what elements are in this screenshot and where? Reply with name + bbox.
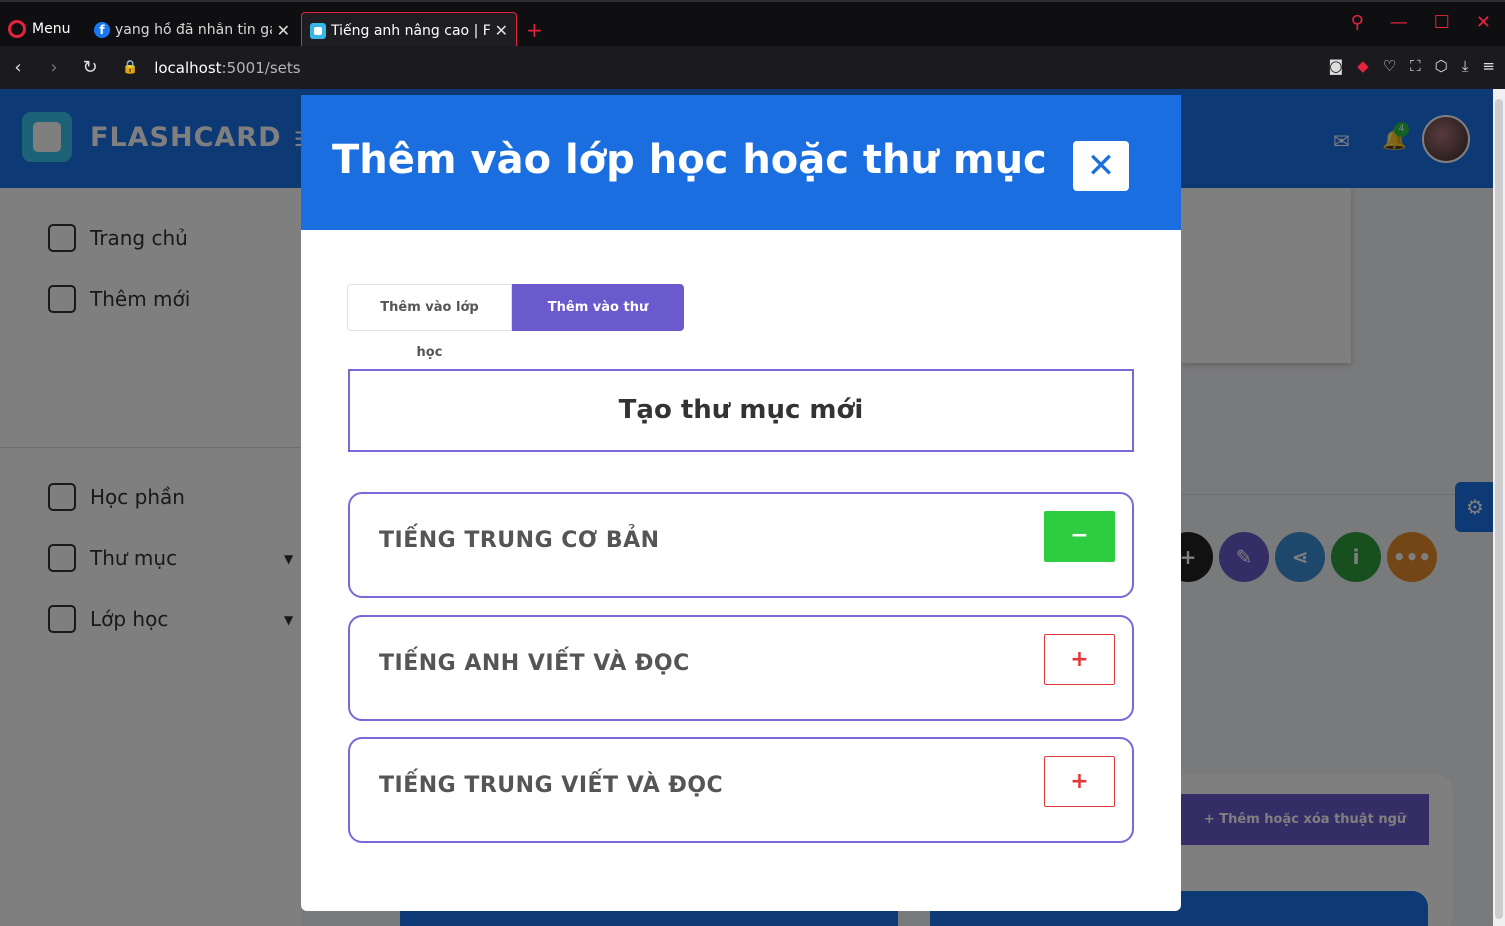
opera-logo-icon <box>8 20 26 38</box>
modal-header: Thêm vào lớp học hoặc thư mục ✕ <box>301 95 1181 230</box>
browser-menu-button[interactable]: Menu <box>8 20 70 38</box>
add-to-class-or-folder-modal: Thêm vào lớp học hoặc thư mục ✕ Thêm vào… <box>301 95 1181 911</box>
browser-tab-flashcard[interactable]: Tiếng anh nâng cao | Flas ✕ <box>301 12 517 48</box>
maximize-icon[interactable]: ☐ <box>1434 12 1450 33</box>
tab-close-icon[interactable]: ✕ <box>277 21 290 40</box>
snapshot-icon[interactable]: ⛶ <box>1410 57 1421 75</box>
folder-item: TIẾNG ANH VIẾT VÀ ĐỌC + <box>348 615 1134 721</box>
tab-title: Tiếng anh nâng cao | Flas <box>331 22 490 39</box>
tab-close-icon[interactable]: ✕ <box>495 21 508 40</box>
flashcard-favicon-icon <box>310 22 326 39</box>
download-icon[interactable]: ⤓ <box>1462 57 1469 75</box>
create-new-folder-button[interactable]: Tạo thư mục mới <box>348 369 1134 452</box>
forward-icon[interactable]: › <box>36 57 72 78</box>
facebook-icon: f <box>94 22 110 38</box>
folder-name: TIẾNG TRUNG VIẾT VÀ ĐỌC <box>379 773 724 798</box>
close-modal-button[interactable]: ✕ <box>1073 141 1129 191</box>
minimize-icon[interactable]: — <box>1390 12 1408 33</box>
browser-tab-facebook[interactable]: f yang hồ đã nhắn tin gay ✕ <box>86 12 298 48</box>
reload-icon[interactable]: ↻ <box>72 57 108 78</box>
folder-name: TIẾNG ANH VIẾT VÀ ĐỌC <box>379 651 690 676</box>
add-to-folder-button[interactable]: + <box>1044 634 1115 685</box>
back-icon[interactable]: ‹ <box>0 57 36 78</box>
folder-item: TIẾNG TRUNG CƠ BẢN − <box>348 492 1134 598</box>
scrollbar-thumb[interactable] <box>1495 99 1503 919</box>
lock-icon: 🔒 <box>122 60 139 75</box>
page-scrollbar[interactable] <box>1493 89 1505 926</box>
remove-from-folder-button[interactable]: − <box>1044 511 1115 562</box>
url-path: :5001/sets <box>221 58 301 77</box>
tab-title: yang hồ đã nhắn tin gay <box>115 22 272 38</box>
cube-icon[interactable]: ⬡ <box>1435 57 1448 75</box>
modal-title: Thêm vào lớp học hoặc thư mục <box>332 137 1047 183</box>
easy-setup-icon[interactable]: ≡ <box>1482 57 1495 75</box>
tab-add-to-class[interactable]: Thêm vào lớp học <box>347 284 512 360</box>
modal-tabs: Thêm vào lớp học Thêm vào thư mục <box>347 284 684 360</box>
add-to-folder-button[interactable]: + <box>1044 756 1115 807</box>
folder-item: TIẾNG TRUNG VIẾT VÀ ĐỌC + <box>348 737 1134 843</box>
browser-tab-bar: Menu f yang hồ đã nhắn tin gay ✕ Tiếng a… <box>0 0 1505 48</box>
close-icon: ✕ <box>1086 146 1116 186</box>
heart-icon[interactable]: ♡ <box>1383 57 1396 75</box>
camera-icon[interactable]: ◙ <box>1329 57 1344 75</box>
url-field[interactable]: localhost:5001/sets <box>154 59 300 77</box>
address-bar: ‹ › ↻ 🔒 localhost:5001/sets ◙ ◆ ♡ ⛶ ⬡ ⤓ … <box>0 46 1505 89</box>
address-bar-icons: ◙ ◆ ♡ ⛶ ⬡ ⤓ ≡ <box>1329 57 1495 75</box>
adblock-shield-icon[interactable]: ◆ <box>1357 57 1369 75</box>
folder-name: TIẾNG TRUNG CƠ BẢN <box>379 528 660 553</box>
window-controls: ⚲ — ☐ ✕ <box>1351 12 1491 33</box>
close-window-icon[interactable]: ✕ <box>1476 12 1491 33</box>
url-host: localhost <box>154 58 222 77</box>
new-tab-button[interactable]: + <box>526 18 543 42</box>
search-icon[interactable]: ⚲ <box>1351 12 1364 33</box>
browser-menu-label: Menu <box>32 21 71 37</box>
tab-add-to-folder[interactable]: Thêm vào thư mục <box>512 284 684 360</box>
